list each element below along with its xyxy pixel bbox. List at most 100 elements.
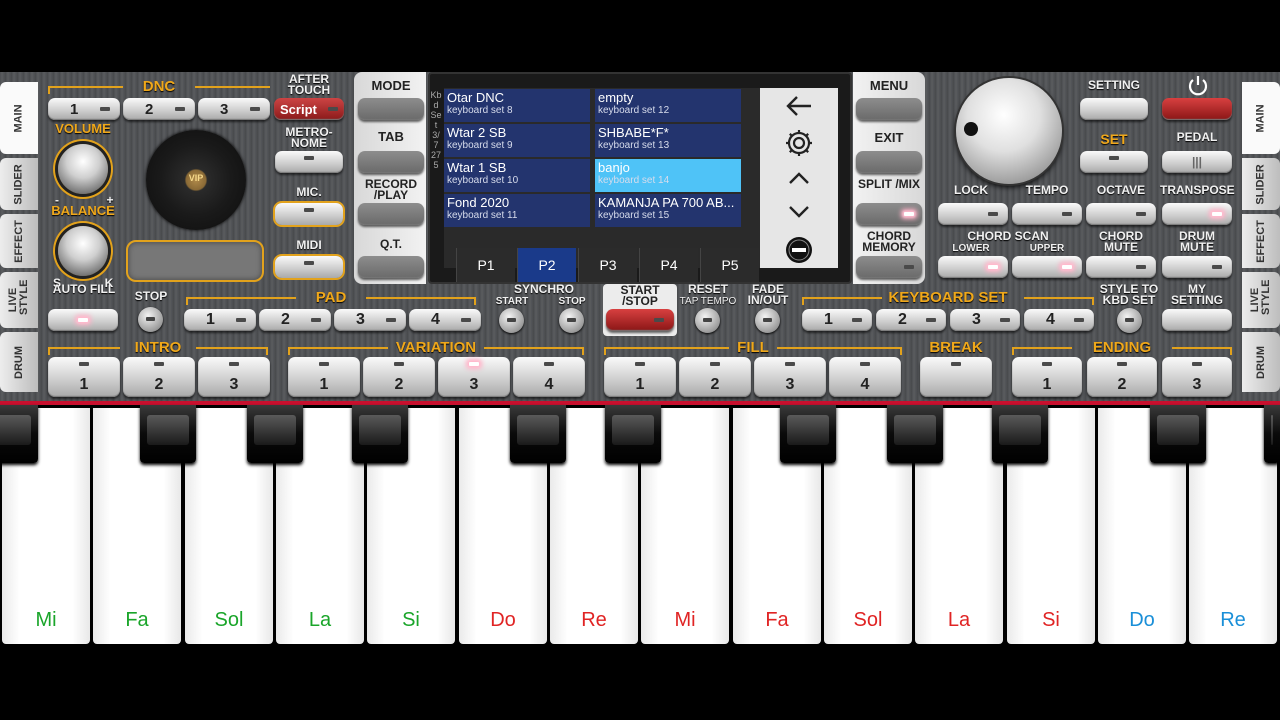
ending-button-2[interactable]: 2 [1087, 357, 1157, 397]
tab-effect-left[interactable]: EFFECT [0, 214, 38, 268]
tab-drum-right[interactable]: DRUM [1242, 332, 1280, 392]
octave-button[interactable] [1086, 203, 1156, 225]
kbd-set-button-1[interactable]: 1 [802, 309, 872, 331]
fill-button-4[interactable]: 4 [829, 357, 901, 397]
start-stop-button[interactable] [606, 309, 674, 331]
black-key[interactable] [352, 405, 408, 463]
black-key[interactable] [510, 405, 566, 463]
kbd-set-button-4[interactable]: 4 [1024, 309, 1094, 331]
variation-button-2[interactable]: 2 [363, 357, 435, 397]
black-key[interactable] [0, 405, 38, 463]
variation-button-1[interactable]: 1 [288, 357, 360, 397]
exit-button[interactable] [856, 151, 922, 173]
kbd-set-button-3[interactable]: 3 [950, 309, 1020, 331]
fill-button-3[interactable]: 3 [754, 357, 826, 397]
break-button[interactable] [920, 357, 992, 397]
ending-button-3[interactable]: 3 [1162, 357, 1232, 397]
intro-button-2[interactable]: 2 [123, 357, 195, 397]
record-play-button[interactable] [358, 203, 424, 225]
lock-button[interactable] [938, 203, 1008, 225]
gear-icon[interactable] [783, 127, 815, 159]
tab-slider-left[interactable]: SLIDER [0, 158, 38, 210]
ending-button-1[interactable]: 1 [1012, 357, 1082, 397]
metronome-button[interactable] [275, 151, 343, 173]
script-button[interactable]: Script [274, 98, 344, 120]
reset-tap-tempo-button[interactable] [695, 308, 720, 333]
black-key[interactable] [780, 405, 836, 463]
tab-main-left[interactable]: MAIN [0, 82, 38, 154]
balance-knob[interactable] [58, 226, 108, 276]
split-mix-button[interactable] [856, 203, 922, 225]
intro-button-1[interactable]: 1 [48, 357, 120, 397]
minus-circle-icon[interactable] [785, 236, 813, 264]
black-key[interactable] [247, 405, 303, 463]
power-button[interactable] [1162, 98, 1232, 120]
tab-effect-right[interactable]: EFFECT [1242, 214, 1280, 268]
black-key[interactable] [1264, 405, 1280, 463]
drum-mute-button[interactable] [1162, 256, 1232, 278]
variation-button-3[interactable]: 3 [438, 357, 510, 397]
synchro-stop-button[interactable] [559, 308, 584, 333]
kbd-set-cell[interactable]: Fond 2020 keyboard set 11 [444, 194, 590, 227]
chord-memory-button[interactable] [856, 256, 922, 278]
mic-button[interactable] [275, 203, 343, 225]
chevron-up-icon[interactable] [787, 170, 811, 186]
kbd-set-cell[interactable]: Wtar 1 SB keyboard set 10 [444, 159, 590, 192]
style-to-kbd-set-button[interactable] [1117, 308, 1142, 333]
kbd-set-cell[interactable]: Wtar 2 SB keyboard set 9 [444, 124, 590, 157]
page-tab-p1[interactable]: P1 [456, 248, 515, 282]
black-key[interactable] [992, 405, 1048, 463]
kbd-set-cell[interactable]: Otar DNC keyboard set 8 [444, 89, 590, 122]
chord-mute-button[interactable] [1086, 256, 1156, 278]
black-key[interactable] [887, 405, 943, 463]
kbd-set-cell[interactable]: SHBABE*F* keyboard set 13 [595, 124, 741, 157]
dnc-button-1[interactable]: 1 [48, 98, 120, 120]
display-pad[interactable] [126, 240, 264, 282]
mode-button[interactable] [358, 98, 424, 120]
chord-scan-upper-button[interactable] [1012, 256, 1082, 278]
page-tab-p5[interactable]: P5 [700, 248, 759, 282]
transpose-button[interactable] [1162, 203, 1232, 225]
chevron-down-icon[interactable] [787, 204, 811, 220]
qt-button[interactable] [358, 256, 424, 278]
set-button[interactable] [1080, 151, 1148, 173]
tempo-button[interactable] [1012, 203, 1082, 225]
page-tab-p4[interactable]: P4 [639, 248, 698, 282]
page-tab-p3[interactable]: P3 [578, 248, 637, 282]
pad-button-4[interactable]: 4 [409, 309, 481, 331]
black-key[interactable] [1150, 405, 1206, 463]
pad-stop-button[interactable] [138, 307, 163, 332]
fill-button-1[interactable]: 1 [604, 357, 676, 397]
kbd-set-cell-selected[interactable]: banjo keyboard set 14 [595, 159, 741, 192]
synchro-start-button[interactable] [499, 308, 524, 333]
dnc-button-2[interactable]: 2 [123, 98, 195, 120]
tab-main-right[interactable]: MAIN [1242, 82, 1280, 154]
black-key[interactable] [140, 405, 196, 463]
black-key[interactable] [605, 405, 661, 463]
fade-button[interactable] [755, 308, 780, 333]
tab-drum-left[interactable]: DRUM [0, 332, 38, 392]
back-arrow-icon[interactable] [785, 94, 813, 118]
auto-fill-button[interactable] [48, 309, 118, 331]
intro-button-3[interactable]: 3 [198, 357, 270, 397]
kbd-set-cell[interactable]: empty keyboard set 12 [595, 89, 741, 122]
tab-live-style-left[interactable]: LIVE STYLE [0, 272, 38, 328]
tab-button[interactable] [358, 151, 424, 173]
pedal-button[interactable]: ||| [1162, 151, 1232, 173]
pad-button-3[interactable]: 3 [334, 309, 406, 331]
dnc-button-3[interactable]: 3 [198, 98, 270, 120]
setting-button[interactable] [1080, 98, 1148, 120]
tab-live-style-right[interactable]: LIVE STYLE [1242, 272, 1280, 328]
fill-button-2[interactable]: 2 [679, 357, 751, 397]
kbd-set-cell[interactable]: KAMANJA PA 700 AB... keyboard set 15 [595, 194, 741, 227]
chord-scan-lower-button[interactable] [938, 256, 1008, 278]
power-icon[interactable] [1186, 74, 1210, 98]
menu-button[interactable] [856, 98, 922, 120]
page-tab-p2[interactable]: P2 [517, 248, 576, 282]
tab-slider-right[interactable]: SLIDER [1242, 158, 1280, 210]
pad-button-1[interactable]: 1 [184, 309, 256, 331]
midi-button[interactable] [275, 256, 343, 278]
variation-button-4[interactable]: 4 [513, 357, 585, 397]
kbd-set-button-2[interactable]: 2 [876, 309, 946, 331]
volume-knob[interactable] [58, 144, 108, 194]
